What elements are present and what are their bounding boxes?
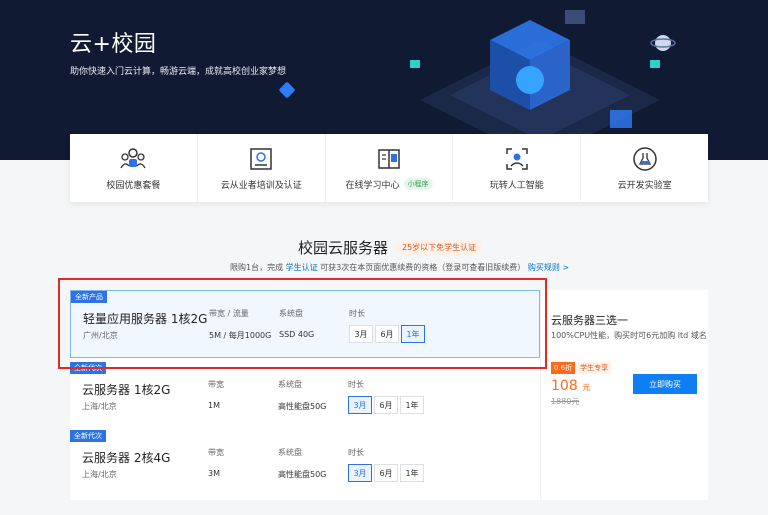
age-exemption-tag: 25岁以下免学生认证 [396, 240, 483, 255]
category-nav: 校园优惠套餐 云从业者培训及认证 在线学习中心 小程序 玩转人工智能 云开发实验… [70, 134, 708, 202]
category-training-cert[interactable]: 云从业者培训及认证 [198, 134, 326, 202]
duration-option[interactable]: 1年 [400, 464, 424, 482]
miniprogram-badge: 小程序 [403, 178, 433, 190]
duration-option[interactable]: 3月 [349, 325, 373, 343]
people-group-icon [120, 147, 146, 168]
disk-label: 系统盘 [278, 380, 302, 389]
product-name: 云服务器 1核2G [82, 383, 171, 397]
disk-value: 高性能盘50G [278, 402, 327, 411]
offer-price: 108 元 [551, 378, 590, 394]
student-cert-link[interactable]: 学生认证 [286, 263, 318, 272]
offer-panel: 云服务器三选一 100%CPU性能，购买时可6元加购 ltd 域名 0.6折 学… [540, 290, 708, 500]
product-tag: 全新代次 [70, 430, 106, 442]
cube-icon [278, 81, 296, 99]
planet-icon [650, 35, 676, 51]
category-label: 玩转人工智能 [489, 180, 544, 191]
disk-value: 高性能盘50G [278, 470, 327, 479]
offer-tags: 0.6折 学生专享 [551, 362, 612, 374]
ai-scan-icon [506, 147, 528, 170]
duration-option[interactable]: 6月 [374, 396, 398, 414]
category-learning-center[interactable]: 在线学习中心 小程序 [326, 134, 454, 202]
hero-title: 云+校园 [70, 32, 157, 57]
offer-description: 100%CPU性能，购买时可6元加购 ltd 域名 [551, 331, 707, 340]
flask-icon [632, 146, 657, 171]
duration-label: 时长 [348, 380, 364, 389]
disk-label: 系统盘 [278, 448, 302, 457]
disk-value: SSD 40G [279, 330, 315, 339]
product-row[interactable]: 全新代次 云服务器 2核4G 上海/北京 带宽 3M 系统盘 高性能盘50G 时… [70, 430, 540, 498]
note-text: 可获3次在本页面优惠续费的资格（登录可查看旧版续费） [317, 263, 526, 272]
book-icon [378, 148, 400, 169]
purchase-rules-link[interactable]: 购买规则 > [528, 263, 569, 272]
product-region: 上海/北京 [82, 470, 117, 479]
price-unit: 元 [582, 383, 591, 392]
category-label: 云从业者培训及认证 [220, 180, 302, 191]
certificate-icon [250, 147, 272, 170]
product-region: 广州/北京 [83, 331, 118, 340]
bandwidth-label: 带宽 [208, 380, 224, 389]
category-label: 校园优惠套餐 [106, 180, 161, 191]
category-label: 在线学习中心 [345, 180, 400, 191]
bandwidth-value: 3M [208, 469, 220, 478]
product-tag: 全新代次 [70, 362, 106, 374]
discount-badge: 0.6折 [551, 362, 576, 374]
bandwidth-value: 1M [208, 401, 220, 410]
category-dev-lab[interactable]: 云开发实验室 [581, 134, 708, 202]
section-title: 校园云服务器 [298, 239, 389, 257]
product-panel: 全新产品 轻量应用服务器 1核2G 广州/北京 带宽 / 流量 5M / 每月1… [70, 290, 708, 500]
bandwidth-label: 带宽 / 流量 [209, 309, 249, 318]
category-ai[interactable]: 玩转人工智能 [453, 134, 582, 202]
duration-option[interactable]: 6月 [375, 325, 399, 343]
product-row[interactable]: 全新代次 云服务器 1核2G 上海/北京 带宽 1M 系统盘 高性能盘50G 时… [70, 362, 540, 430]
product-name: 轻量应用服务器 1核2G [83, 312, 208, 326]
product-row[interactable]: 全新产品 轻量应用服务器 1核2G 广州/北京 带宽 / 流量 5M / 每月1… [70, 290, 540, 358]
price-value: 108 [551, 378, 578, 394]
product-tag: 全新产品 [71, 291, 107, 303]
duration-label: 时长 [348, 448, 364, 457]
product-region: 上海/北京 [82, 402, 117, 411]
category-campus-package[interactable]: 校园优惠套餐 [70, 134, 198, 202]
duration-option[interactable]: 1年 [401, 325, 425, 343]
duration-label: 时长 [349, 309, 365, 318]
duration-option[interactable]: 6月 [374, 464, 398, 482]
offer-title: 云服务器三选一 [551, 314, 628, 327]
buy-now-button[interactable]: 立即购买 [633, 374, 697, 394]
duration-option[interactable]: 3月 [348, 464, 372, 482]
original-price: 1880元 [551, 397, 580, 406]
duration-option[interactable]: 3月 [348, 396, 372, 414]
note-text: 限购1台，完成 [230, 263, 286, 272]
disk-label: 系统盘 [279, 309, 303, 318]
bandwidth-label: 带宽 [208, 448, 224, 457]
duration-option[interactable]: 1年 [400, 396, 424, 414]
category-label: 云开发实验室 [617, 180, 672, 191]
product-name: 云服务器 2核4G [82, 451, 171, 465]
purchase-note: 限购1台，完成 学生认证 可获3次在本页面优惠续费的资格（登录可查看旧版续费） … [230, 262, 569, 273]
bandwidth-value: 5M / 每月1000G [209, 331, 272, 340]
student-badge: 学生专享 [577, 362, 612, 374]
hero-subtitle: 助你快速入门云计算，畅游云端，成就高校创业家梦想 [70, 67, 287, 77]
